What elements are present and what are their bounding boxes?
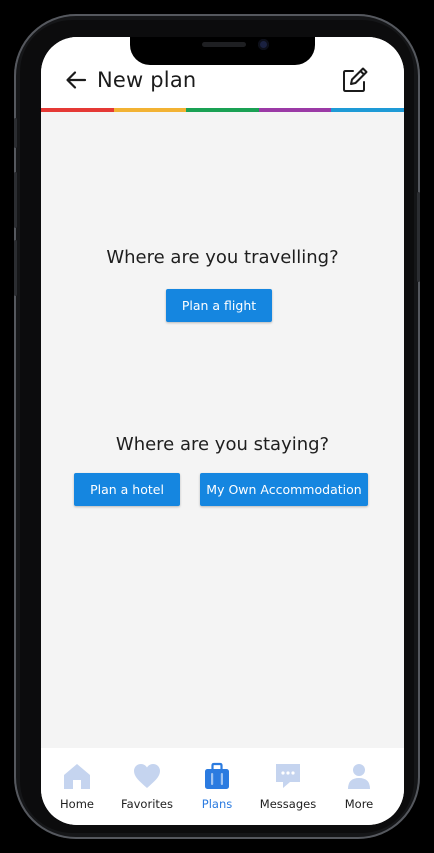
nav-label-more: More	[344, 797, 374, 811]
notch	[130, 37, 315, 65]
accent-stripe	[41, 108, 404, 112]
nav-item-plans[interactable]: Plans	[182, 748, 252, 825]
nav-item-more[interactable]: More	[324, 748, 394, 825]
nav-label-favorites: Favorites	[121, 797, 173, 811]
speaker	[202, 42, 246, 47]
person-icon	[348, 764, 370, 789]
home-icon	[64, 764, 90, 789]
back-arrow-icon[interactable]	[65, 69, 87, 91]
accent-stripe-green	[186, 108, 259, 112]
nav-label-messages: Messages	[259, 797, 317, 811]
edit-icon[interactable]	[341, 66, 369, 94]
camera	[258, 39, 269, 50]
stay-question: Where are you staying?	[115, 434, 330, 455]
nav-label-plans: Plans	[201, 797, 233, 811]
accent-stripe-blue	[331, 108, 404, 112]
bottom-nav: Home Favorites Plans Messages More	[41, 748, 404, 825]
nav-label-home: Home	[60, 797, 94, 811]
chat-icon	[276, 764, 300, 788]
page-title: New plan	[97, 68, 197, 92]
nav-item-favorites[interactable]: Favorites	[112, 748, 182, 825]
nav-item-home[interactable]: Home	[42, 748, 112, 825]
accent-stripe-red	[41, 108, 114, 112]
accent-stripe-yellow	[113, 108, 187, 112]
volume-down-button	[14, 240, 17, 296]
heart-icon	[134, 764, 160, 788]
power-button	[417, 192, 420, 282]
travel-question: Where are you travelling?	[106, 247, 339, 268]
app-screen: New plan Where are you travelling? Plan …	[41, 37, 404, 825]
volume-up-button	[14, 172, 17, 228]
suitcase-icon	[205, 762, 229, 789]
own-accommodation-button[interactable]: My Own Accommodation	[200, 473, 368, 506]
nav-item-messages[interactable]: Messages	[253, 748, 323, 825]
accent-stripe-purple	[258, 108, 332, 112]
mute-switch	[14, 118, 17, 148]
plan-hotel-button[interactable]: Plan a hotel	[74, 473, 180, 506]
plan-flight-button[interactable]: Plan a flight	[166, 289, 272, 322]
